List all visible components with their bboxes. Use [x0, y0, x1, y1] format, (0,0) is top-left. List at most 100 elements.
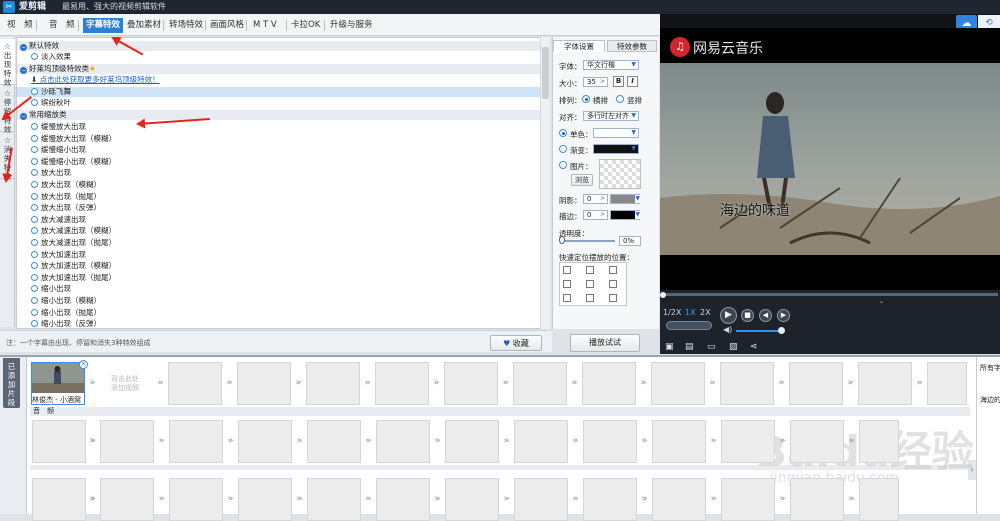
audio-slot[interactable]: [652, 420, 706, 463]
bold-button[interactable]: B: [613, 76, 624, 87]
export-icon[interactable]: ▧: [729, 342, 738, 352]
tab-appear-effect[interactable]: ☆ 出现特效: [0, 39, 15, 87]
speed-half[interactable]: 1/2X: [663, 308, 681, 318]
audio-slot[interactable]: [859, 420, 899, 463]
audio-slot[interactable]: [514, 478, 568, 521]
font-select[interactable]: 华文行楷 ▼: [583, 60, 639, 70]
tab-font-settings[interactable]: 字体设置: [553, 40, 605, 52]
audio-slot[interactable]: [445, 478, 499, 521]
effect-item[interactable]: 放大出现（抛尾）: [17, 192, 541, 202]
position-cell[interactable]: [563, 280, 571, 288]
audio-slot[interactable]: [169, 420, 223, 463]
video-slot[interactable]: [789, 362, 843, 405]
tab-styles[interactable]: 画面风格: [207, 18, 247, 33]
share-icon[interactable]: ⋖: [750, 342, 758, 352]
opacity-slider[interactable]: [561, 240, 615, 242]
audio-slot[interactable]: [583, 420, 637, 463]
video-slot[interactable]: [927, 362, 967, 405]
play-test-button[interactable]: 播放试试: [570, 334, 640, 352]
speed-double[interactable]: 2X: [700, 308, 711, 318]
effect-item[interactable]: 缓慢缩小出现（模糊）: [17, 157, 541, 167]
jog-wheel[interactable]: [666, 321, 712, 330]
save-icon[interactable]: ▭: [707, 342, 716, 352]
audio-slot[interactable]: [376, 478, 430, 521]
add-video-hint[interactable]: 双击此处 添加视频: [98, 375, 152, 393]
audio-slot[interactable]: [100, 478, 154, 521]
scroll-thumb[interactable]: [542, 47, 549, 99]
audio-slot[interactable]: [721, 420, 775, 463]
volume-handle[interactable]: [778, 327, 785, 334]
audio-slot[interactable]: [790, 420, 844, 463]
clip-thumbnail[interactable]: 林俊杰 - 小酒窝 ×: [31, 360, 88, 405]
audio-slot[interactable]: [445, 420, 499, 463]
vertical-radio[interactable]: [616, 95, 624, 103]
position-cell[interactable]: [586, 266, 594, 274]
effects-scrollbar[interactable]: [540, 37, 550, 329]
opacity-slider-handle[interactable]: [559, 236, 565, 244]
more-effects-link[interactable]: ⬇ 点击此处获取更多好莱坞顶级特效！: [17, 75, 541, 85]
solid-color-picker[interactable]: ▼: [593, 128, 639, 138]
image-radio[interactable]: [559, 161, 567, 169]
stroke-color-picker[interactable]: ▼: [610, 210, 640, 220]
tab-audio[interactable]: 音 频: [46, 18, 78, 33]
subtitle-list-item[interactable]: 海边的: [980, 395, 1000, 405]
audio-slot[interactable]: [514, 420, 568, 463]
effect-item[interactable]: 缓慢放大出现: [17, 122, 541, 132]
audio-slot[interactable]: [652, 478, 706, 521]
opacity-value[interactable]: 0%: [619, 236, 641, 246]
position-cell[interactable]: [563, 294, 571, 302]
audio-slot[interactable]: [100, 420, 154, 463]
italic-button[interactable]: I: [627, 76, 638, 87]
tab-video[interactable]: 视 频: [4, 18, 36, 33]
effect-item[interactable]: 缩小出现（反弹）: [17, 319, 541, 328]
align-select[interactable]: 多行时左对齐 ▼: [583, 111, 639, 121]
solid-color-radio[interactable]: [559, 129, 567, 137]
gradient-picker[interactable]: ▼: [593, 144, 639, 154]
effect-item[interactable]: 沙砾飞舞: [17, 87, 541, 97]
video-slot[interactable]: [168, 362, 222, 405]
volume-slider[interactable]: [736, 330, 784, 332]
horizontal-radio[interactable]: [582, 95, 590, 103]
effect-item[interactable]: 放大减速出现: [17, 215, 541, 225]
gradient-radio[interactable]: [559, 145, 567, 153]
audio-slot[interactable]: [721, 478, 775, 521]
position-cell[interactable]: [586, 280, 594, 288]
video-slot[interactable]: [444, 362, 498, 405]
browse-button[interactable]: 浏览: [571, 174, 593, 186]
audio-slot[interactable]: [790, 478, 844, 521]
progress-bar[interactable]: [662, 293, 998, 296]
tab-upgrade[interactable]: 升级与服务: [327, 18, 376, 33]
position-cell[interactable]: [609, 294, 617, 302]
size-input[interactable]: 35 >: [583, 77, 608, 87]
progress-handle[interactable]: [660, 292, 666, 298]
position-cell[interactable]: [609, 266, 617, 274]
collapse-icon[interactable]: ⌄: [879, 298, 884, 305]
audio-slot[interactable]: [583, 478, 637, 521]
volume-icon[interactable]: ◀): [723, 325, 732, 334]
effect-item[interactable]: 缩小出现（抛尾）: [17, 308, 541, 318]
video-slot[interactable]: [513, 362, 567, 405]
effect-item[interactable]: 放大加速出现（模糊）: [17, 261, 541, 271]
video-slot[interactable]: [651, 362, 705, 405]
audio-slot[interactable]: [307, 420, 361, 463]
audio-slot[interactable]: [307, 478, 361, 521]
effect-item[interactable]: 缤纷秋叶: [17, 98, 541, 108]
video-preview[interactable]: ♫ 网易云音乐 海边的味道: [660, 28, 1000, 290]
effect-item[interactable]: 放大减速出现（模糊）: [17, 226, 541, 236]
tab-overlay[interactable]: 叠加素材: [124, 18, 164, 33]
effect-item[interactable]: 淡入效果: [17, 52, 541, 62]
effect-item[interactable]: 放大加速出现: [17, 250, 541, 260]
group-hollywood[interactable]: − 好莱坞顶级特效类★: [17, 64, 541, 74]
favorite-button[interactable]: ♥ 收藏: [490, 335, 542, 351]
audio-slot[interactable]: [32, 420, 86, 463]
effect-item[interactable]: 缩小出现（模糊）: [17, 296, 541, 306]
position-cell[interactable]: [563, 266, 571, 274]
added-clips-tab[interactable]: 已添加片段: [3, 358, 20, 408]
video-slot[interactable]: [858, 362, 912, 405]
effect-item[interactable]: 放大减速出现（抛尾）: [17, 238, 541, 248]
snapshot-icon[interactable]: ▣: [665, 342, 674, 352]
video-slot[interactable]: [375, 362, 429, 405]
audio-slot[interactable]: [859, 478, 899, 521]
audio-slot[interactable]: [32, 478, 86, 521]
next-frame-button[interactable]: ▶: [777, 309, 790, 322]
